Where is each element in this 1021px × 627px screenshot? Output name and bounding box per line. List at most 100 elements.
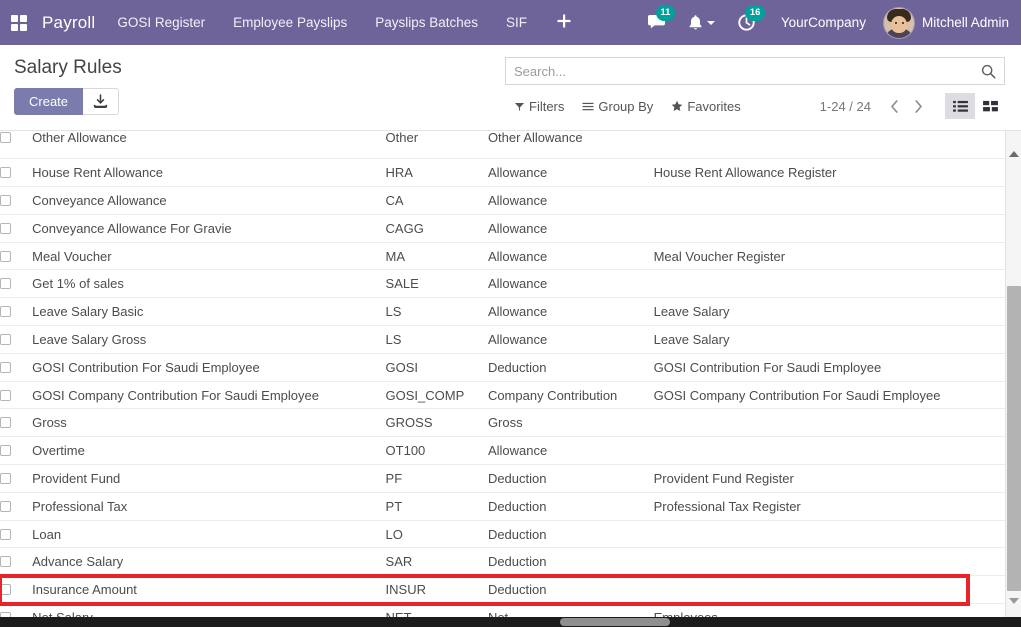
kanban-view-icon [982,100,998,111]
table-row[interactable]: Get 1% of sales SALE Allowance [0,270,1005,298]
kanban-view-button[interactable] [975,93,1005,119]
pager: 1-24 / 24 [820,93,1005,119]
table-row[interactable]: Leave Salary Basic LS Allowance Leave Salar… [0,298,1005,326]
row-checkbox-cell[interactable] [0,381,32,409]
user-name: Mitchell Admin [921,15,1009,30]
vertical-scrollbar-thumb[interactable] [1007,286,1021,591]
row-checkbox-cell[interactable] [0,437,32,465]
clock-activities-button[interactable]: 16 [726,0,767,45]
create-button[interactable]: Create [14,88,84,115]
list-view-button[interactable] [945,93,975,119]
row-checkbox-cell[interactable] [0,298,32,326]
row-checkbox-cell[interactable] [0,520,32,548]
row-checkbox[interactable] [0,361,11,373]
company-switcher[interactable]: YourCompany [767,15,880,30]
filters-label: Filters [529,98,565,114]
search-input[interactable] [514,63,981,79]
table-row[interactable]: Meal Voucher MA Allowance Meal Voucher Regi… [0,242,1005,270]
row-checkbox[interactable] [0,306,11,318]
table-row[interactable]: Advance Salary SAR Deduction [0,548,1005,576]
search-box[interactable] [505,57,1005,85]
cell-name: Insurance Amount [32,582,137,598]
row-checkbox[interactable] [0,389,11,401]
control-panel: Salary Rules Create Search... Filters Gr… [0,45,1021,131]
activities-button[interactable] [677,0,726,45]
cell-name: Leave Salary Gross [32,331,147,347]
row-checkbox-cell[interactable] [0,131,32,152]
row-checkbox-cell[interactable] [0,604,32,617]
row-checkbox[interactable] [0,472,11,484]
row-checkbox-cell[interactable] [0,214,32,242]
row-checkbox[interactable] [0,194,11,206]
table-row[interactable]: Loan LO Deduction [0,520,1005,548]
add-menu-button[interactable] [541,0,587,45]
horizontal-scrollbar-thumb[interactable] [560,618,670,626]
table-row[interactable]: Conveyance Allowance CA Allowance [0,187,1005,215]
table-row[interactable]: Other Allowance Other Other Allowance [0,131,1005,159]
menu-sif[interactable]: SIF [492,0,541,45]
row-checkbox-cell[interactable] [0,409,32,437]
row-checkbox[interactable] [0,500,11,512]
row-checkbox[interactable] [0,445,11,457]
row-checkbox-cell[interactable] [0,326,32,354]
pager-next-button[interactable] [907,94,929,118]
menu-employee-payslips[interactable]: Employee Payslips [219,0,361,45]
row-checkbox[interactable] [0,556,11,568]
menu-gosi-register[interactable]: GOSI Register [103,0,219,45]
top-navbar: Payroll GOSI Register Employee Payslips … [0,0,1021,45]
menu-payslips-batches[interactable]: Payslips Batches [361,0,492,45]
row-checkbox[interactable] [0,250,11,262]
import-button[interactable] [83,88,120,115]
cell-category: Allowance [487,165,548,181]
cell-code: LO [385,526,403,542]
row-checkbox-cell[interactable] [0,465,32,493]
scroll-up-button[interactable] [1009,134,1019,157]
apps-menu-button[interactable] [0,0,38,45]
row-checkbox-cell[interactable] [0,576,32,604]
scroll-down-button[interactable] [1009,598,1019,621]
app-brand-payroll[interactable]: Payroll [38,13,103,33]
user-menu[interactable]: Mitchell Admin [880,7,1021,38]
favorites-dropdown[interactable]: Favorites [662,97,749,116]
table-row[interactable]: Professional Tax PT Deduction Professional … [0,492,1005,521]
table-row[interactable]: Net SalaryNETNetEmployees [0,604,1005,617]
table-row[interactable]: Insurance Amount INSUR Deduction [0,576,1005,604]
row-checkbox[interactable] [0,132,11,144]
row-checkbox[interactable] [0,528,11,540]
table-row[interactable]: Conveyance Allowance For Gravie CAGG Allow… [0,214,1005,243]
search-icon[interactable] [981,64,996,79]
salary-rules-list[interactable]: Other Allowance Other Other Allowance House… [0,131,1021,617]
messages-button[interactable]: 11 [636,0,677,45]
cell-category: Allowance [487,443,548,459]
row-checkbox[interactable] [0,333,11,345]
row-checkbox-cell[interactable] [0,270,32,298]
group-by-dropdown[interactable]: Group By [573,97,662,116]
table-body: Other Allowance Other Other Allowance House… [0,131,1005,617]
row-checkbox[interactable] [0,222,11,234]
vertical-scrollbar[interactable] [1005,131,1021,621]
pager-previous-button[interactable] [883,94,905,118]
table-row[interactable]: Leave Salary Gross LS Allowance Leave Salar… [0,326,1005,354]
row-checkbox-cell[interactable] [0,492,32,520]
table-row[interactable]: Overtime OT100 Allowance [0,437,1005,465]
cell-category: Allowance [487,220,548,236]
row-checkbox[interactable] [0,417,11,429]
row-checkbox[interactable] [0,278,11,290]
cell-code: CAGG [385,220,424,236]
table-row[interactable]: Gross GROSS Gross [0,409,1005,437]
row-checkbox-cell[interactable] [0,548,32,576]
table-row[interactable]: GOSI Contribution For Saudi Employee GOSI… [0,353,1005,382]
table-row[interactable]: Provident Fund PF Deduction Provident Fund … [0,465,1005,493]
horizontal-scrollbar[interactable] [0,617,1021,627]
table-row[interactable]: House Rent Allowance HRA Allowance House Re… [0,159,1005,187]
row-checkbox-cell[interactable] [0,242,32,270]
row-checkbox[interactable] [0,584,11,596]
row-checkbox[interactable] [0,167,11,179]
cell-name: Net Salary [32,604,385,617]
row-checkbox-cell[interactable] [0,353,32,381]
row-checkbox-cell[interactable] [0,159,32,187]
filters-dropdown[interactable]: Filters [505,97,573,116]
table-row[interactable]: GOSI Company Contribution For Saudi Empl… [0,381,1005,409]
clock-badge: 16 [745,5,765,21]
row-checkbox-cell[interactable] [0,187,32,215]
